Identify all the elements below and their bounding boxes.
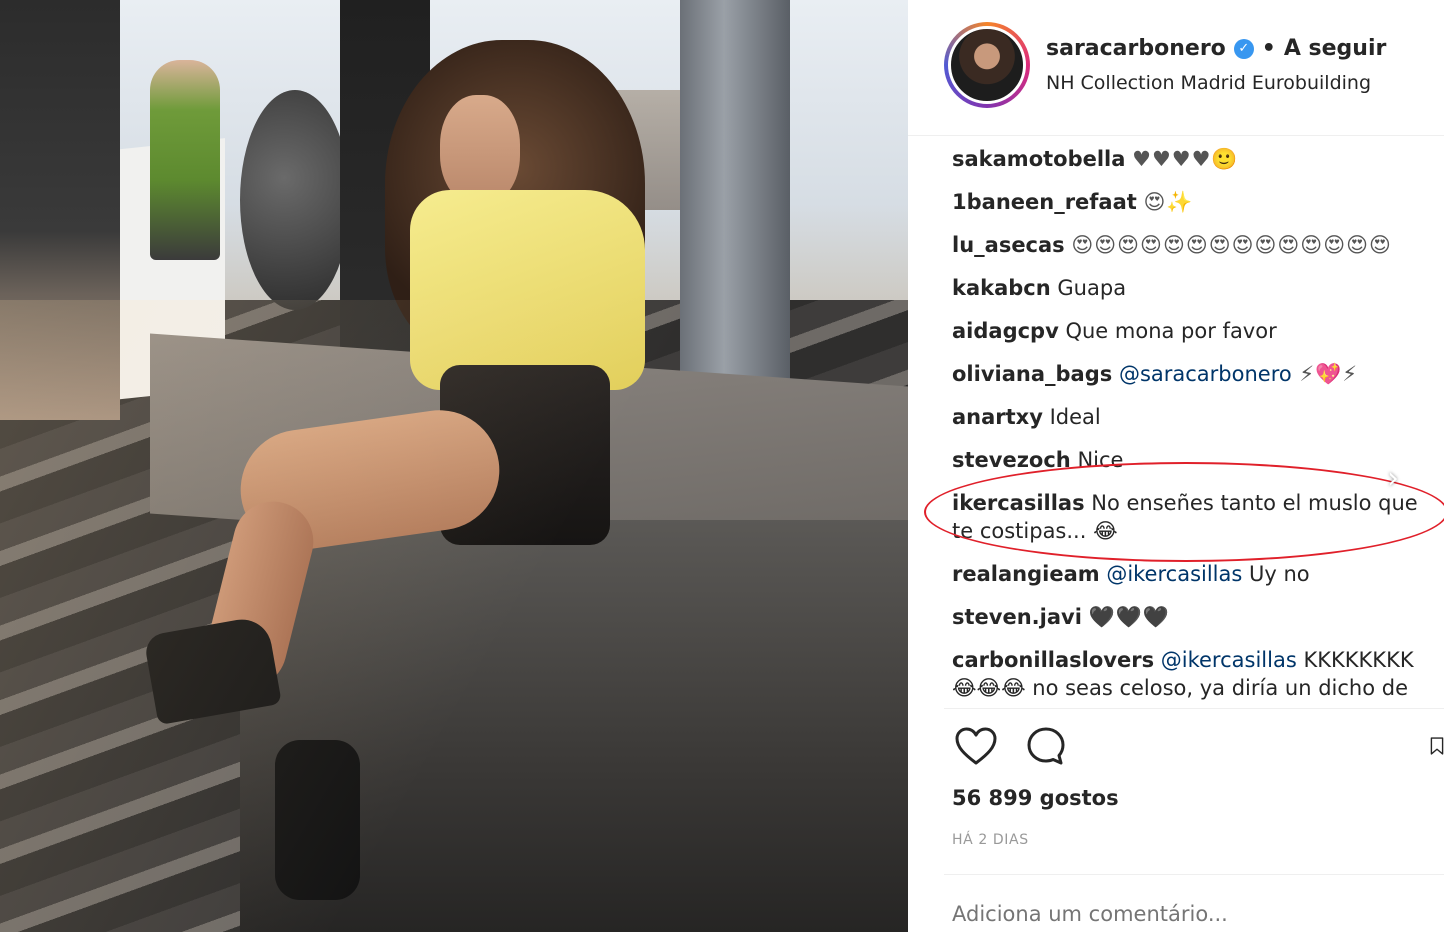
location-link[interactable]: NH Collection Madrid Eurobuilding [1046,72,1371,94]
comment-emoji: ⚡💖⚡ [1291,362,1359,386]
comment-mention[interactable]: @ikercasillas [1106,562,1242,586]
comment-icon[interactable] [1022,722,1070,770]
photo-reflector [240,90,350,310]
avatar-story-ring[interactable] [944,22,1030,108]
comment-text: Que mona por favor [1065,319,1277,343]
comment-item: anartxy Ideal [952,403,1444,431]
comment-item: aidagcpv Que mona por favor [952,317,1444,345]
photo-sun-glare [0,300,908,932]
comment-username[interactable]: steven.javi [952,605,1082,629]
action-bar [952,722,1444,776]
photo-woman-face [440,95,520,205]
comment-username[interactable]: kakabcn [952,276,1051,300]
comment-item: lu_asecas 😍😍😍😍😍😍😍😍😍😍😍😍😍😍 [952,231,1444,259]
bookmark-icon[interactable] [1430,722,1444,770]
comment-username[interactable]: sakamotobella [952,147,1125,171]
add-comment-divider [944,874,1444,875]
comment-mention[interactable]: @saracarbonero [1119,362,1292,386]
comment-item: realangieam @ikercasillas Uy no [952,560,1444,588]
comment-item: sakamotobella ♥♥♥♥🙂 [952,145,1444,173]
comment-username[interactable]: oliviana_bags [952,362,1112,386]
username-link[interactable]: saracarbonero [1046,36,1226,61]
comment-emoji: 😍😍😍😍😍😍😍😍😍😍😍😍😍😍 [1071,233,1392,257]
photo-person-green [150,60,220,260]
follow-button[interactable]: A seguir [1284,36,1387,61]
post-photo[interactable] [0,0,908,932]
comment-mention[interactable]: @ikercasillas [1161,648,1297,672]
comment-emoji: 😍✨ [1143,190,1194,214]
comment-username[interactable]: lu_asecas [952,233,1065,257]
comment-username[interactable]: stevezoch [952,448,1071,472]
comments-list[interactable]: sakamotobella ♥♥♥♥🙂 1baneen_refaat 😍✨ lu_a… [952,130,1444,706]
post-side-panel: saracarbonero ✓ • A seguir NH Collection… [908,0,1444,932]
actions-divider [944,708,1444,709]
verified-badge-icon: ✓ [1233,38,1254,59]
comment-username[interactable]: ikercasillas [952,491,1085,515]
comment-item: ikercasillas No enseñes tanto el muslo q… [952,489,1438,545]
separator-dot: • [1261,36,1276,61]
avatar[interactable] [948,26,1026,104]
comment-item: stevezoch Nice [952,446,1444,474]
post-timestamp[interactable]: HÁ 2 DIAS [952,832,1029,848]
comment-username[interactable]: anartxy [952,405,1043,429]
comment-item: 1baneen_refaat 😍✨ [952,188,1444,216]
user-line: saracarbonero ✓ • A seguir [1046,36,1386,61]
comment-item: carbonillaslovers @ikercasillas KKKKKKKK… [952,646,1438,702]
comment-text: Nice [1077,448,1124,472]
post-header: saracarbonero ✓ • A seguir NH Collection… [908,0,1444,136]
add-comment-input[interactable] [952,902,1432,926]
comment-item: steven.javi 🖤🖤🖤 [952,603,1444,631]
comment-text: Ideal [1049,405,1101,429]
comment-text: Uy no [1242,562,1310,586]
comment-emoji: ♥♥♥♥🙂 [1132,147,1239,171]
comment-text: Guapa [1057,276,1127,300]
comment-username[interactable]: aidagcpv [952,319,1059,343]
comment-item: oliviana_bags @saracarbonero ⚡💖⚡ [952,360,1444,388]
comment-username[interactable]: realangieam [952,562,1100,586]
next-post-arrow-icon[interactable]: › [1376,462,1410,496]
comment-emoji: 🖤🖤🖤 [1088,605,1171,629]
comment-item: kakabcn Guapa [952,274,1444,302]
likes-count[interactable]: 56 899 gostos [952,786,1119,810]
comment-username[interactable]: 1baneen_refaat [952,190,1137,214]
comment-username[interactable]: carbonillaslovers [952,648,1154,672]
heart-icon[interactable] [952,722,1000,770]
